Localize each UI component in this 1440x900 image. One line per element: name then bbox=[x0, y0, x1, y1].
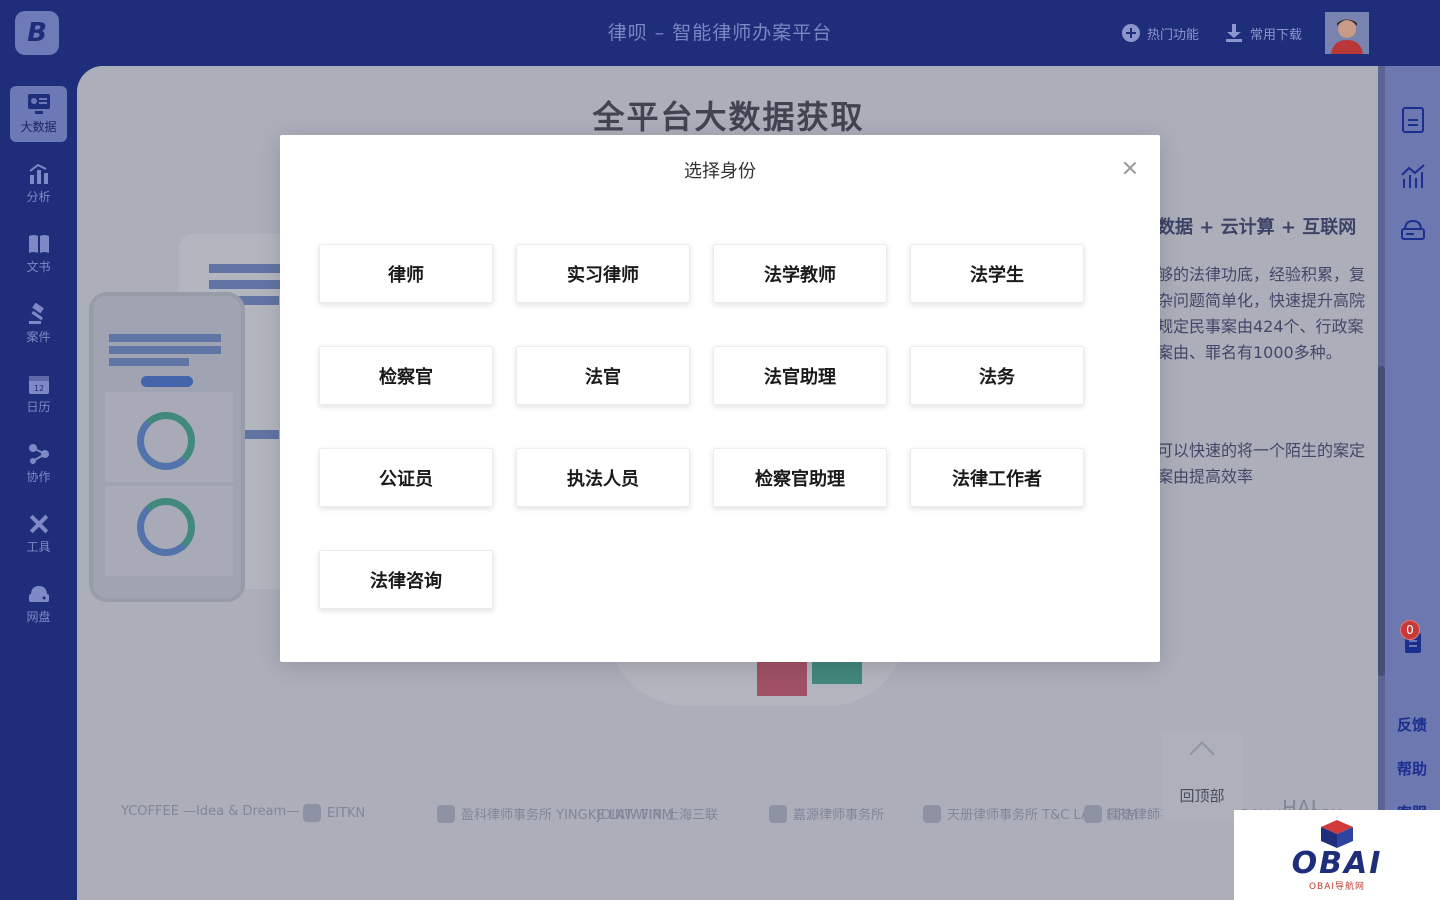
role-button-lawyer[interactable]: 律师 bbox=[319, 244, 493, 303]
scrollbar-thumb[interactable] bbox=[1378, 366, 1385, 676]
user-avatar[interactable] bbox=[1325, 12, 1369, 54]
select-identity-dialog: 选择身份 律师 实习律师 法学教师 法学生 检察官 法官 法官助理 法务 公证员… bbox=[280, 135, 1160, 662]
document-icon bbox=[27, 233, 51, 255]
role-options: 律师 实习律师 法学教师 法学生 检察官 法官 法官助理 法务 公证员 执法人员… bbox=[319, 244, 1084, 609]
role-button-law-student[interactable]: 法学生 bbox=[910, 244, 1084, 303]
right-rail: 反馈 帮助 客服 bbox=[1385, 66, 1440, 900]
download-icon bbox=[1224, 23, 1244, 43]
sidebar-item-collaboration[interactable]: 协作 bbox=[10, 436, 67, 492]
sidebar-label-documents: 文书 bbox=[26, 260, 51, 274]
role-button-judge-assistant[interactable]: 法官助理 bbox=[713, 346, 887, 405]
main-scrollbar[interactable] bbox=[1378, 66, 1385, 900]
feedback-link[interactable]: 反馈 bbox=[1397, 714, 1427, 735]
role-button-legal-worker[interactable]: 法律工作者 bbox=[910, 448, 1084, 507]
role-button-trainee-lawyer[interactable]: 实习律师 bbox=[516, 244, 690, 303]
sidebar-item-analysis[interactable]: 分析 bbox=[10, 156, 67, 212]
gavel-icon bbox=[27, 303, 51, 325]
analysis-icon bbox=[27, 163, 51, 185]
role-button-prosecutor-assistant[interactable]: 检察官助理 bbox=[713, 448, 887, 507]
cloud-drive-icon bbox=[27, 583, 51, 605]
role-button-notary[interactable]: 公证员 bbox=[319, 448, 493, 507]
collaboration-icon bbox=[27, 443, 51, 465]
cube-logo-icon bbox=[1321, 819, 1353, 848]
watermark-subtext: OBAI导航网 bbox=[1308, 881, 1366, 892]
plus-circle-icon bbox=[1121, 23, 1141, 43]
sidebar-item-big-data[interactable]: 大数据 bbox=[10, 86, 67, 142]
sidebar-item-cloud-drive[interactable]: 网盘 bbox=[10, 576, 67, 632]
sidebar-label-tools: 工具 bbox=[26, 540, 51, 554]
role-button-legal-consultation[interactable]: 法律咨询 bbox=[319, 550, 493, 609]
left-sidebar: 大数据 分析 文书 案件 12 日历 协作 工具 网盘 bbox=[0, 66, 77, 900]
sidebar-label-cloud-drive: 网盘 bbox=[26, 610, 51, 624]
chart-icon[interactable] bbox=[1399, 162, 1427, 190]
sidebar-item-documents[interactable]: 文书 bbox=[10, 226, 67, 282]
calendar-icon-day: 12 bbox=[33, 384, 43, 393]
big-data-icon bbox=[27, 93, 51, 115]
sidebar-item-calendar[interactable]: 12 日历 bbox=[10, 366, 67, 422]
sidebar-label-big-data: 大数据 bbox=[20, 120, 57, 134]
hot-features-label: 热门功能 bbox=[1147, 27, 1200, 43]
notes-icon[interactable] bbox=[1399, 106, 1427, 134]
watermark-text: OBAI bbox=[1291, 845, 1383, 881]
close-icon[interactable] bbox=[1121, 159, 1139, 177]
top-bar: B 律呗 – 智能律师办案平台 热门功能 常用下载 bbox=[0, 0, 1440, 66]
cloud-drive-icon[interactable] bbox=[1399, 216, 1427, 244]
dialog-title: 选择身份 bbox=[684, 161, 756, 182]
sidebar-item-tools[interactable]: 工具 bbox=[10, 506, 67, 562]
obai-watermark: OBAI OBAI导航网 bbox=[1234, 810, 1440, 900]
sidebar-label-analysis: 分析 bbox=[26, 190, 51, 204]
hot-features-button[interactable]: 热门功能 bbox=[1121, 22, 1199, 44]
sidebar-label-cases: 案件 bbox=[26, 330, 51, 344]
downloads-label: 常用下载 bbox=[1250, 27, 1303, 43]
tools-icon bbox=[27, 513, 51, 535]
sidebar-label-collaboration: 协作 bbox=[26, 470, 51, 484]
sidebar-label-calendar: 日历 bbox=[26, 400, 51, 414]
message-count-badge: 0 bbox=[1400, 620, 1420, 640]
role-button-judge[interactable]: 法官 bbox=[516, 346, 690, 405]
help-link[interactable]: 帮助 bbox=[1397, 758, 1427, 779]
calendar-icon: 12 bbox=[27, 373, 51, 395]
role-button-legal-affairs[interactable]: 法务 bbox=[910, 346, 1084, 405]
downloads-button[interactable]: 常用下载 bbox=[1224, 22, 1302, 44]
role-button-law-enforcement[interactable]: 执法人员 bbox=[516, 448, 690, 507]
sidebar-item-cases[interactable]: 案件 bbox=[10, 296, 67, 352]
role-button-law-teacher[interactable]: 法学教师 bbox=[713, 244, 887, 303]
role-button-prosecutor[interactable]: 检察官 bbox=[319, 346, 493, 405]
